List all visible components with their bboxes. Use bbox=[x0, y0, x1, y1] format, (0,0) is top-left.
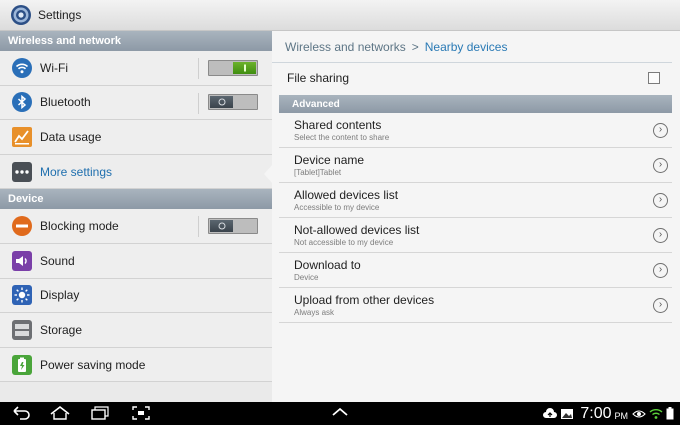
list-item-download-to[interactable]: Download to Device › bbox=[279, 253, 672, 288]
selection-pointer bbox=[264, 164, 273, 184]
gallery-icon bbox=[561, 408, 574, 419]
more-settings-label: More settings bbox=[40, 164, 113, 179]
status-area: 7:00 PM bbox=[543, 402, 674, 425]
settings-category-list: Wireless and network Wi-Fi Bluetooth Dat… bbox=[0, 31, 272, 402]
item-title: Allowed devices list bbox=[294, 188, 399, 202]
list-item-data-usage[interactable]: Data usage bbox=[0, 120, 272, 155]
item-title: Device name bbox=[294, 153, 365, 167]
wifi-status-icon bbox=[649, 408, 663, 419]
detail-panel: Wireless and networks > Nearby devices F… bbox=[272, 31, 680, 402]
bluetooth-icon bbox=[12, 92, 32, 113]
list-item-display[interactable]: Display bbox=[0, 278, 272, 314]
clock-ampm: PM bbox=[614, 411, 629, 421]
chevron-right-icon[interactable]: › bbox=[653, 227, 668, 243]
title-bar: Settings bbox=[0, 0, 680, 31]
file-sharing-row[interactable]: File sharing bbox=[272, 63, 672, 93]
advanced-section-header: Advanced bbox=[279, 95, 672, 113]
data-usage-label: Data usage bbox=[40, 129, 102, 144]
list-item-wifi[interactable]: Wi-Fi bbox=[0, 51, 272, 86]
breadcrumb-parent[interactable]: Wireless and networks bbox=[285, 40, 406, 54]
eye-icon bbox=[632, 409, 646, 418]
list-item-device-name[interactable]: Device name [Tablet]Tablet › bbox=[279, 148, 672, 183]
list-item-sound[interactable]: Sound bbox=[0, 243, 272, 279]
blocking-mode-toggle[interactable] bbox=[208, 218, 258, 235]
divider bbox=[198, 58, 199, 79]
home-icon[interactable] bbox=[49, 405, 71, 421]
chevron-right-icon[interactable]: › bbox=[653, 192, 668, 208]
sound-icon bbox=[12, 250, 32, 271]
item-title: Not-allowed devices list bbox=[294, 223, 420, 237]
section-header-device: Device bbox=[0, 189, 272, 210]
display-label: Display bbox=[40, 288, 80, 303]
breadcrumb-separator: > bbox=[411, 39, 419, 54]
list-item-not-allowed-devices[interactable]: Not-allowed devices list Not accessible … bbox=[279, 218, 672, 253]
chevron-up-icon[interactable] bbox=[331, 405, 349, 419]
more-settings-icon bbox=[12, 161, 32, 182]
battery-icon bbox=[666, 407, 674, 420]
list-item-power-saving[interactable]: Power saving mode bbox=[0, 347, 272, 383]
storage-label: Storage bbox=[40, 322, 83, 337]
section-header-wireless: Wireless and network bbox=[0, 31, 272, 51]
back-icon[interactable] bbox=[12, 405, 32, 421]
chevron-right-icon[interactable]: › bbox=[653, 262, 668, 278]
blocking-mode-label: Blocking mode bbox=[40, 219, 119, 234]
item-subtitle: Not accessible to my device bbox=[294, 238, 394, 247]
bluetooth-label: Bluetooth bbox=[40, 95, 91, 110]
breadcrumb-current: Nearby devices bbox=[424, 39, 508, 54]
item-subtitle: [Tablet]Tablet bbox=[294, 168, 342, 177]
recent-apps-icon[interactable] bbox=[90, 405, 110, 421]
chevron-right-icon[interactable]: › bbox=[653, 297, 668, 313]
item-subtitle: Device bbox=[294, 273, 319, 282]
wifi-icon bbox=[12, 57, 32, 78]
list-item-more-settings[interactable]: More settings bbox=[0, 154, 272, 190]
divider bbox=[198, 92, 199, 114]
item-title: Upload from other devices bbox=[294, 293, 435, 307]
power-saving-label: Power saving mode bbox=[40, 357, 146, 372]
screenshot-icon[interactable] bbox=[131, 405, 151, 421]
item-subtitle: Accessible to my device bbox=[294, 203, 380, 212]
list-item-bluetooth[interactable]: Bluetooth bbox=[0, 85, 272, 121]
list-item-storage[interactable]: Storage bbox=[0, 313, 272, 348]
blocking-mode-icon bbox=[12, 216, 32, 237]
file-sharing-label: File sharing bbox=[287, 71, 350, 85]
list-item-allowed-devices[interactable]: Allowed devices list Accessible to my de… bbox=[279, 183, 672, 218]
power-saving-icon bbox=[12, 354, 32, 375]
chevron-right-icon[interactable]: › bbox=[653, 122, 668, 138]
display-icon bbox=[12, 285, 32, 306]
item-title: Download to bbox=[294, 258, 361, 272]
clock-time: 7:00 bbox=[580, 404, 612, 422]
wifi-label: Wi-Fi bbox=[40, 60, 68, 75]
breadcrumb: Wireless and networks > Nearby devices bbox=[272, 31, 672, 63]
item-title: Shared contents bbox=[294, 118, 382, 132]
list-item-blocking-mode[interactable]: Blocking mode bbox=[0, 209, 272, 244]
settings-gear-icon[interactable] bbox=[10, 4, 32, 26]
list-item-upload-from-other[interactable]: Upload from other devices Always ask › bbox=[279, 288, 672, 323]
item-subtitle: Always ask bbox=[294, 308, 335, 317]
chevron-right-icon[interactable]: › bbox=[653, 157, 668, 173]
storage-icon bbox=[12, 319, 32, 340]
item-subtitle: Select the content to share bbox=[294, 133, 390, 142]
sound-label: Sound bbox=[40, 253, 75, 268]
divider bbox=[198, 216, 199, 238]
upload-icon bbox=[543, 407, 558, 418]
file-sharing-checkbox[interactable] bbox=[648, 72, 660, 84]
system-bar: 7:00 PM bbox=[0, 402, 680, 425]
wifi-toggle[interactable] bbox=[208, 59, 258, 76]
data-usage-icon bbox=[12, 126, 32, 147]
app-title: Settings bbox=[38, 8, 82, 22]
bluetooth-toggle[interactable] bbox=[208, 94, 258, 111]
list-item-shared-contents[interactable]: Shared contents Select the content to sh… bbox=[279, 113, 672, 148]
